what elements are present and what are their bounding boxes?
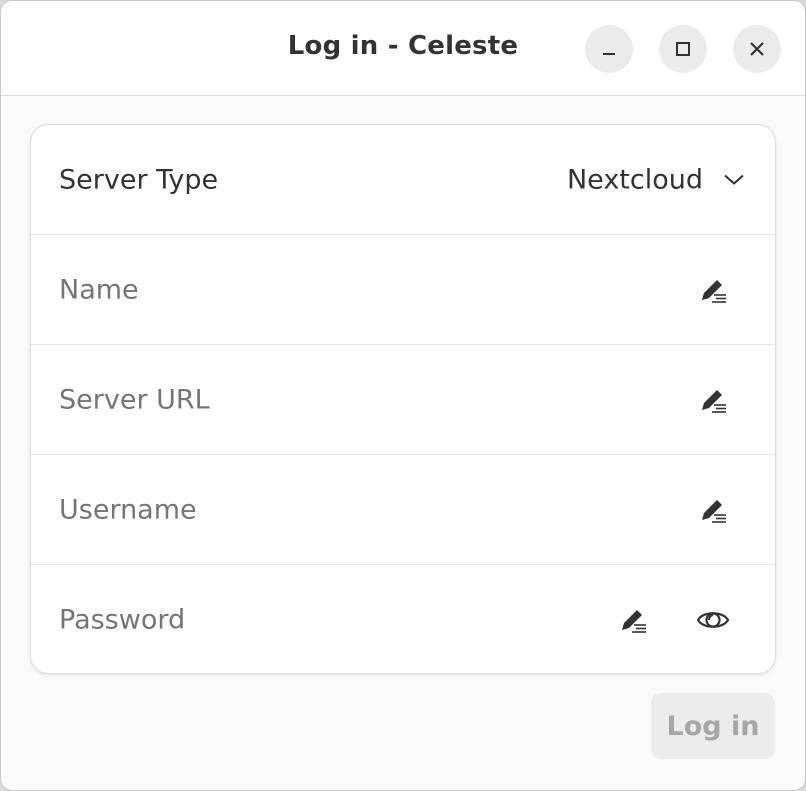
username-row — [31, 455, 775, 565]
minimize-button[interactable] — [585, 25, 633, 73]
close-button[interactable] — [733, 25, 781, 73]
password-field[interactable] — [59, 604, 579, 635]
login-window: Log in - Celeste Server Type Nextcloud N… — [0, 0, 806, 791]
server-type-row[interactable]: Server Type Nextcloud — [31, 125, 775, 235]
login-button[interactable]: Log in — [651, 693, 775, 759]
name-row — [31, 235, 775, 345]
close-icon — [750, 42, 764, 56]
edit-text-icon — [617, 603, 651, 637]
server-type-label: Server Type — [59, 164, 219, 195]
password-row — [31, 565, 775, 673]
server-type-value: Nextcloud — [566, 164, 703, 195]
eye-icon[interactable] — [696, 603, 730, 637]
login-form-card: Server Type Nextcloud — [30, 124, 776, 674]
maximize-button[interactable] — [659, 25, 707, 73]
edit-text-icon — [697, 383, 731, 417]
edit-text-icon — [697, 273, 731, 307]
server-url-row — [31, 345, 775, 455]
edit-text-icon — [697, 493, 731, 527]
maximize-icon — [676, 42, 690, 56]
header-bar: Log in - Celeste — [1, 1, 805, 96]
server-type-dropdown[interactable]: Nextcloud — [567, 164, 745, 195]
username-field[interactable] — [59, 494, 579, 525]
minimize-icon — [603, 53, 615, 55]
name-field[interactable] — [59, 274, 579, 305]
chevron-down-icon — [724, 174, 744, 185]
server-url-field[interactable] — [59, 384, 579, 415]
